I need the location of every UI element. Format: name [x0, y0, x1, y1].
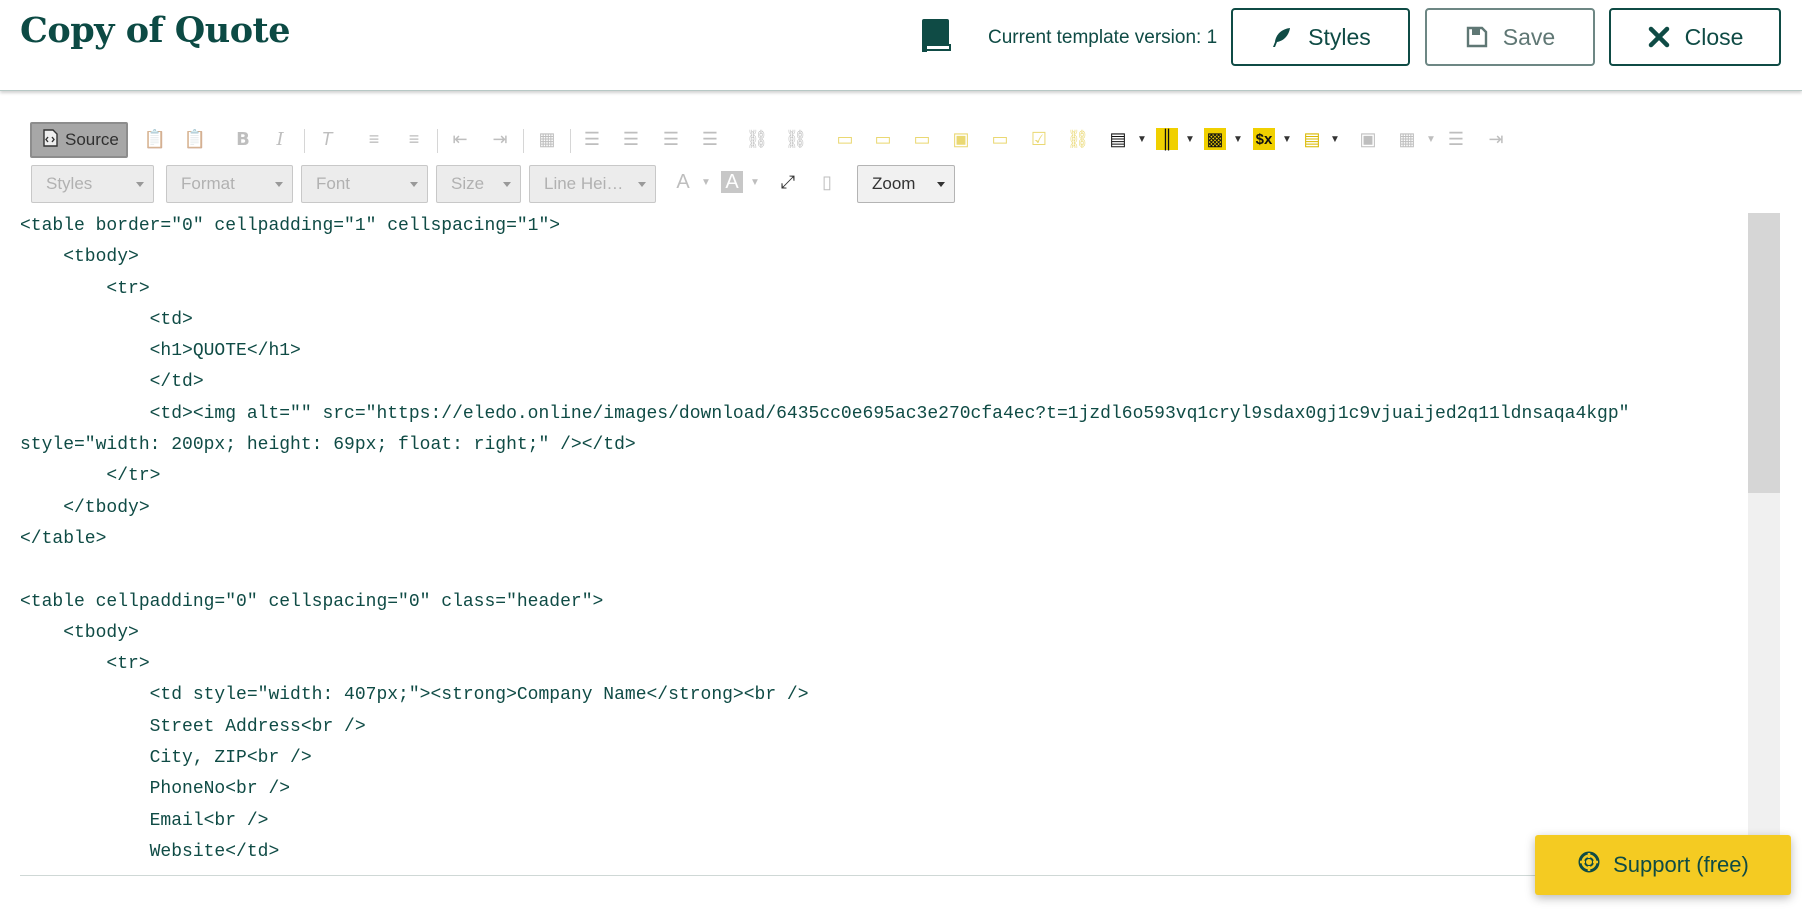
unlink-icon[interactable]: ⛓: [785, 128, 808, 150]
source-button[interactable]: Source: [30, 122, 128, 158]
chevron-down-icon[interactable]: ▼: [1179, 128, 1201, 150]
align-right-icon[interactable]: ☰: [660, 128, 682, 150]
chevron-down-icon: [937, 182, 945, 187]
chevron-down-icon[interactable]: ▼: [1227, 128, 1249, 150]
chevron-down-icon[interactable]: ▼: [695, 171, 717, 193]
placeholder-field-icon[interactable]: ▭: [834, 128, 856, 150]
close-button-label: Close: [1684, 23, 1744, 50]
close-icon: [1647, 25, 1671, 49]
table-icon[interactable]: ▦: [1396, 128, 1418, 150]
size-dropdown-value: Size: [451, 174, 485, 193]
source-code-text[interactable]: <table border="0" cellpadding="1" cellsp…: [20, 213, 1748, 868]
document-field-icon[interactable]: ▤: [1301, 128, 1323, 150]
bold-icon[interactable]: B: [232, 128, 254, 150]
chevron-down-icon: [275, 182, 283, 187]
source-code-editor[interactable]: <table border="0" cellpadding="1" cellsp…: [20, 213, 1748, 876]
chevron-down-icon[interactable]: ▼: [1276, 128, 1298, 150]
table-field-icon[interactable]: ▤: [1107, 128, 1129, 150]
book-icon[interactable]: [920, 17, 952, 53]
text-field-icon[interactable]: ▭: [872, 128, 894, 150]
bulleted-list-icon[interactable]: ≡: [403, 128, 425, 150]
toolbar-separator: [437, 129, 438, 153]
list-field-icon[interactable]: ▭: [989, 128, 1011, 150]
text-color-icon[interactable]: A: [672, 171, 694, 193]
maximize-icon[interactable]: ⤢: [777, 171, 799, 193]
chevron-down-icon[interactable]: ▼: [1324, 128, 1346, 150]
background-color-icon[interactable]: A: [721, 171, 743, 193]
support-button-label: Support (free): [1613, 852, 1749, 877]
chevron-down-icon[interactable]: ▼: [1131, 128, 1153, 150]
toolbar-separator: [304, 129, 305, 153]
source-icon: [41, 128, 59, 152]
lifebuoy-icon: [1577, 850, 1601, 880]
template-version-text: Current template version: 1: [988, 27, 1218, 48]
toolbar-separator: [570, 129, 571, 153]
barcode-icon[interactable]: ║: [1156, 128, 1178, 150]
size-dropdown[interactable]: Size: [436, 165, 521, 203]
close-button[interactable]: Close: [1609, 8, 1781, 66]
align-left-icon[interactable]: ☰: [581, 128, 603, 150]
remove-format-icon[interactable]: T: [316, 128, 338, 150]
support-button[interactable]: Support (free): [1535, 835, 1791, 895]
paste-text-icon[interactable]: 📋: [184, 128, 206, 150]
align-center-icon[interactable]: ☰: [620, 128, 642, 150]
format-dropdown-value: Format: [181, 174, 235, 193]
chevron-down-icon: [638, 182, 646, 187]
line-height-dropdown[interactable]: Line Hei…: [529, 165, 656, 203]
link-field-icon[interactable]: ⛓: [1067, 128, 1090, 150]
dropdown-field-icon[interactable]: ▭: [911, 128, 933, 150]
italic-icon[interactable]: I: [269, 128, 291, 150]
horizontal-line-icon[interactable]: ☰: [1445, 128, 1467, 150]
page-title: Copy of Quote: [20, 10, 291, 51]
outdent-icon[interactable]: ⇤: [449, 128, 471, 150]
checkbox-field-icon[interactable]: ☑: [1028, 128, 1050, 150]
font-dropdown[interactable]: Font: [301, 165, 428, 203]
styles-dropdown[interactable]: Styles: [31, 165, 154, 203]
indent-icon[interactable]: ⇥: [489, 128, 511, 150]
link-icon[interactable]: ⛓: [746, 128, 769, 150]
save-button-label: Save: [1502, 23, 1556, 50]
justify-icon[interactable]: ☰: [699, 128, 721, 150]
styles-dropdown-value: Styles: [46, 174, 93, 193]
chevron-down-icon[interactable]: ▼: [744, 171, 766, 193]
toolbar-separator: [523, 129, 524, 153]
page-break-icon[interactable]: ⇥: [1485, 128, 1507, 150]
font-dropdown-value: Font: [316, 174, 351, 193]
styles-button-label: Styles: [1308, 23, 1371, 50]
styles-button[interactable]: Styles: [1231, 8, 1410, 66]
image-field-icon[interactable]: ▣: [950, 128, 972, 150]
numbered-list-icon[interactable]: ≡: [363, 128, 385, 150]
chevron-down-icon: [503, 182, 511, 187]
show-blocks-icon[interactable]: ▯: [816, 171, 838, 193]
source-button-label: Source: [65, 130, 119, 149]
chevron-down-icon: [136, 182, 144, 187]
chevron-down-icon[interactable]: ▼: [1420, 128, 1442, 150]
line-height-dropdown-value: Line Hei…: [544, 174, 624, 193]
scrollbar-thumb[interactable]: [1748, 213, 1780, 493]
variable-icon[interactable]: $x: [1253, 128, 1275, 150]
paste-icon[interactable]: 📋: [144, 128, 166, 150]
qr-code-icon[interactable]: ▩: [1204, 128, 1226, 150]
top-bar: Copy of Quote Current template version: …: [0, 0, 1802, 91]
save-button[interactable]: Save: [1425, 8, 1595, 66]
chevron-down-icon: [410, 182, 418, 187]
format-dropdown[interactable]: Format: [166, 165, 293, 203]
floppy-disk-icon: [1465, 25, 1489, 49]
create-div-icon[interactable]: ▦: [536, 128, 558, 150]
feather-icon: [1270, 25, 1294, 49]
zoom-dropdown[interactable]: Zoom: [857, 165, 955, 203]
zoom-dropdown-value: Zoom: [872, 174, 916, 193]
image-icon[interactable]: ▣: [1357, 128, 1379, 150]
